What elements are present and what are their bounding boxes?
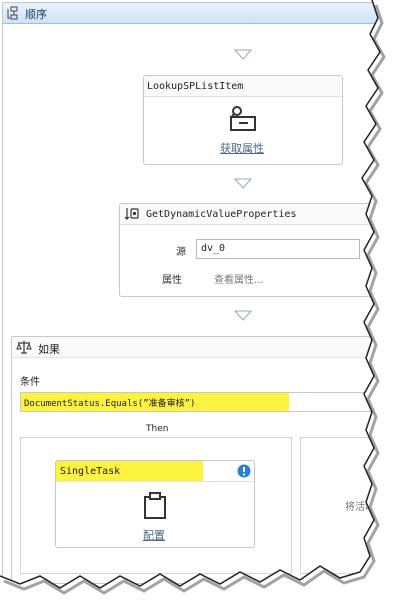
torn-edge-overlay [0,0,404,614]
designer-canvas: 顺序 LookupSPListItem 获取属性 GetDynamicValue… [0,0,404,614]
